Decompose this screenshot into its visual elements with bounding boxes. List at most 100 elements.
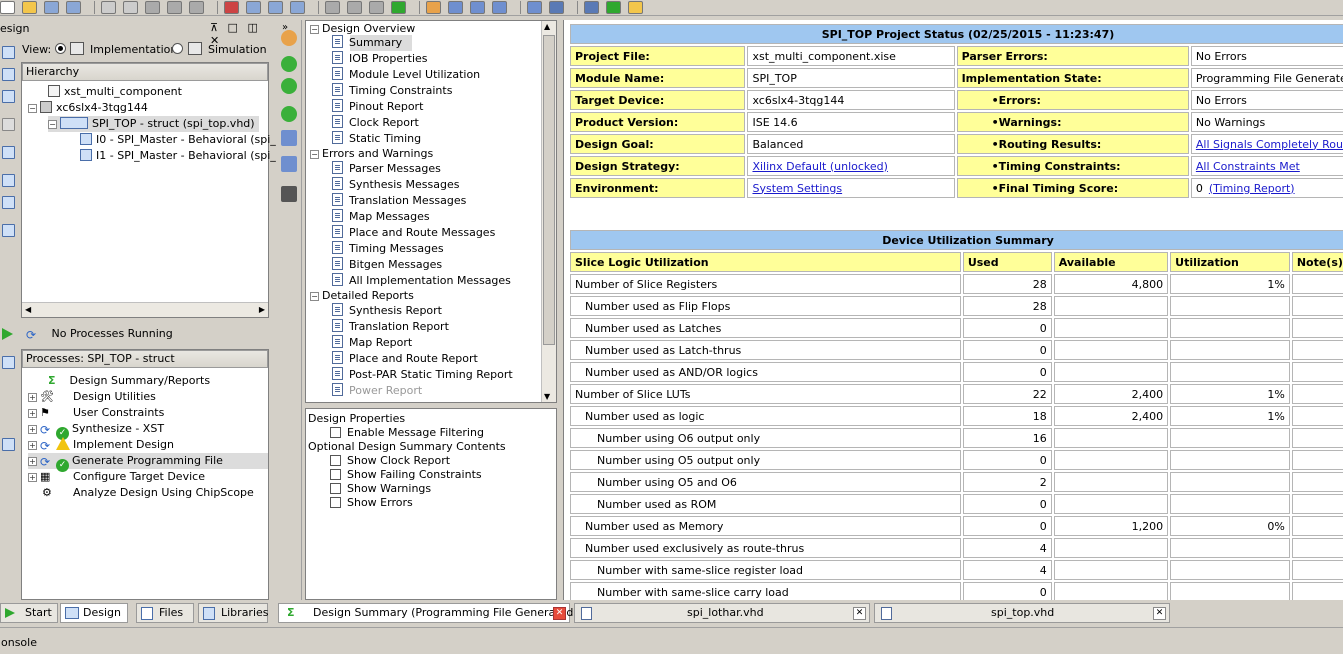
back-icon[interactable] <box>281 56 297 72</box>
toolbar-button-icon[interactable] <box>22 1 37 14</box>
scroll-thumb[interactable] <box>543 35 555 345</box>
close-icon[interactable]: ✕ <box>853 607 866 620</box>
toolbar-button-icon[interactable] <box>145 1 160 14</box>
status-value[interactable]: System Settings <box>747 178 955 198</box>
nav-scrollbar[interactable]: ▲ ▼ <box>541 21 556 402</box>
status-value[interactable]: All Constraints Met <box>1190 156 1343 176</box>
toolbar-button-icon[interactable] <box>527 1 542 14</box>
toolbar-button-icon[interactable] <box>290 1 305 14</box>
process-chipscope[interactable]: ⚙ Analyze Design Using ChipScope <box>28 485 254 501</box>
hierarchy-item-top[interactable]: − SPI_TOP - struct (spi_top.vhd) <box>48 116 259 132</box>
find-icon[interactable] <box>281 186 297 202</box>
process-implement[interactable]: + ⟳ Implement Design <box>28 437 174 453</box>
nav-item[interactable]: Map Report <box>332 335 412 351</box>
process-design-utilities[interactable]: + 🛠 Design Utilities <box>28 389 156 405</box>
timing-report-link[interactable]: (Timing Report) <box>1209 182 1295 195</box>
new-source-icon[interactable] <box>2 68 15 81</box>
toolbar-button-icon[interactable] <box>347 1 362 14</box>
tab-spi-lothar[interactable]: spi_lothar.vhd ✕ <box>574 603 870 623</box>
hierarchy-item-project[interactable]: xst_multi_component <box>48 84 182 100</box>
tab-design-summary[interactable]: Σ Design Summary (Programming File Genera… <box>278 603 578 623</box>
reports-icon[interactable] <box>2 356 15 369</box>
process-generate-programming[interactable]: + ⟳ ✓ Generate Programming File <box>28 453 268 472</box>
scroll-up-icon[interactable]: ▲ <box>544 22 550 31</box>
nav-item[interactable]: Map Messages <box>332 209 430 225</box>
check-icon[interactable] <box>2 196 15 209</box>
nav-item[interactable]: Place and Route Messages <box>332 225 495 241</box>
schematic-icon[interactable] <box>2 174 15 187</box>
process-props-icon[interactable] <box>2 438 15 451</box>
hierarchy-icon[interactable] <box>2 118 15 131</box>
process-user-constraints[interactable]: + ⚑ User Constraints <box>28 405 164 421</box>
nav-section-detailed[interactable]: − Detailed Reports <box>310 288 414 303</box>
close-icon[interactable]: ✕ <box>553 607 566 620</box>
run-process-icon[interactable] <box>2 328 13 340</box>
toolbar-button-icon[interactable] <box>123 1 138 14</box>
tab-spi-top[interactable]: spi_top.vhd ✕ <box>874 603 1170 623</box>
toolbar-button-icon[interactable] <box>0 1 15 14</box>
toolbar-button-icon[interactable] <box>268 1 283 14</box>
refresh-summary-icon[interactable] <box>281 106 297 122</box>
nav-item[interactable]: Static Timing <box>332 131 421 147</box>
console-tab[interactable]: onsole <box>0 627 1343 654</box>
implementation-radio[interactable] <box>55 43 66 54</box>
toolbar-button-icon[interactable] <box>246 1 261 14</box>
scroll-left-icon[interactable]: ◀ <box>25 305 31 314</box>
tab-design[interactable]: Design <box>60 603 128 623</box>
nav-item[interactable]: Timing Constraints <box>332 83 452 99</box>
toolbar-button-icon[interactable] <box>101 1 116 14</box>
toolbar-button-icon[interactable] <box>606 1 621 14</box>
nav-item[interactable]: Post-PAR Static Timing Report <box>332 367 513 383</box>
show-errors-checkbox[interactable]: Show Errors <box>330 496 413 509</box>
nav-section-overview[interactable]: − Design Overview <box>310 21 415 36</box>
toolbar-button-icon[interactable] <box>369 1 384 14</box>
properties-icon[interactable] <box>2 146 15 159</box>
forward-icon[interactable] <box>281 78 297 94</box>
nav-item[interactable]: Timing Messages <box>332 241 444 257</box>
toolbar-button-icon[interactable] <box>492 1 507 14</box>
toolbar-button-icon[interactable] <box>426 1 441 14</box>
add-source-icon[interactable] <box>2 46 15 59</box>
toolbar-button-icon[interactable] <box>584 1 599 14</box>
nav-item[interactable]: Parser Messages <box>332 161 441 177</box>
hierarchy-item-device[interactable]: − xc6slx4-3tqg144 <box>28 100 148 116</box>
status-value[interactable]: All Signals Completely Routed <box>1190 134 1343 154</box>
close-icon[interactable]: ✕ <box>1153 607 1166 620</box>
toolbar-button-icon[interactable] <box>189 1 204 14</box>
toolbar-button-icon[interactable] <box>44 1 59 14</box>
nav-item[interactable]: Translation Messages <box>332 193 466 209</box>
show-clock-report-checkbox[interactable]: Show Clock Report <box>330 454 450 467</box>
nav-item[interactable]: Synthesis Report <box>332 303 442 319</box>
toolbar-button-icon[interactable] <box>448 1 463 14</box>
nav-item[interactable]: Bitgen Messages <box>332 257 442 273</box>
process-configure-device[interactable]: + ▦ Configure Target Device <box>28 469 205 485</box>
home-icon[interactable] <box>281 30 297 46</box>
toolbar-button-icon[interactable] <box>628 1 643 14</box>
status-value[interactable]: Xilinx Default (unlocked) <box>747 156 955 176</box>
show-warnings-checkbox[interactable]: Show Warnings <box>330 482 431 495</box>
html-icon[interactable] <box>281 130 297 146</box>
scroll-down-icon[interactable]: ▼ <box>544 392 550 401</box>
scroll-right-icon[interactable]: ▶ <box>259 305 265 314</box>
hierarchy-item-i0[interactable]: I0 - SPI_Master - Behavioral (spi_ <box>80 132 276 148</box>
show-failing-constraints-checkbox[interactable]: Show Failing Constraints <box>330 468 482 481</box>
nav-section-errors[interactable]: − Errors and Warnings <box>310 146 433 161</box>
nav-item[interactable]: Power Report <box>332 383 422 399</box>
toolbar-button-icon[interactable] <box>66 1 81 14</box>
simulation-radio[interactable] <box>172 43 183 54</box>
toolbar-button-icon[interactable] <box>470 1 485 14</box>
nav-item[interactable]: Module Level Utilization <box>332 67 480 83</box>
process-design-summary[interactable]: Σ Design Summary/Reports <box>48 373 210 389</box>
process-synthesize[interactable]: + ⟳ ✓ Synthesize - XST <box>28 421 164 440</box>
nav-item[interactable]: Pinout Report <box>332 99 423 115</box>
nav-item[interactable]: Clock Report <box>332 115 419 131</box>
toolbar-button-icon[interactable] <box>325 1 340 14</box>
table-icon[interactable] <box>2 224 15 237</box>
hierarchy-item-i1[interactable]: I1 - SPI_Master - Behavioral (spi_ <box>80 148 276 164</box>
nav-item[interactable]: All Implementation Messages <box>332 273 511 289</box>
list-icon[interactable] <box>281 156 297 172</box>
nav-item[interactable]: Translation Report <box>332 319 449 335</box>
add-copy-icon[interactable] <box>2 90 15 103</box>
tab-start[interactable]: Start <box>0 603 58 623</box>
toolbar-button-icon[interactable] <box>549 1 564 14</box>
